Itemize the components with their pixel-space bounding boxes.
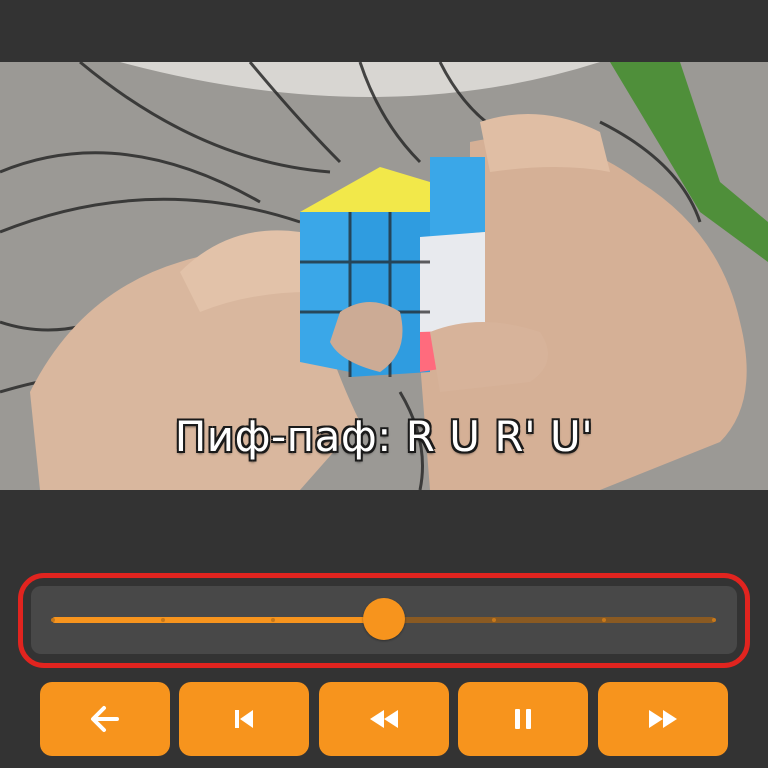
pause-icon <box>515 709 531 729</box>
pause-button[interactable] <box>458 682 588 756</box>
video-frame[interactable]: Пиф-паф: R U R' U' <box>0 62 768 490</box>
timeline-progress <box>52 617 384 623</box>
arrow-left-icon <box>91 706 119 732</box>
timeline-step-marker <box>51 618 55 622</box>
timeline-step-marker <box>491 618 496 622</box>
player-app: Пиф-паф: R U R' U' <box>0 0 768 768</box>
fast-forward-button[interactable] <box>598 682 728 756</box>
playback-controls <box>40 682 728 756</box>
timeline-thumb[interactable] <box>362 598 405 640</box>
rewind-button[interactable] <box>319 682 449 756</box>
previous-step-button[interactable] <box>179 682 309 756</box>
rewind-icon <box>370 710 398 728</box>
skip-previous-icon <box>235 710 253 728</box>
video-subtitle: Пиф-паф: R U R' U' <box>174 412 594 461</box>
fast-forward-icon <box>649 710 677 728</box>
back-button[interactable] <box>40 682 170 756</box>
timeline-step-marker <box>712 618 716 622</box>
timeline-step-marker <box>601 618 606 622</box>
